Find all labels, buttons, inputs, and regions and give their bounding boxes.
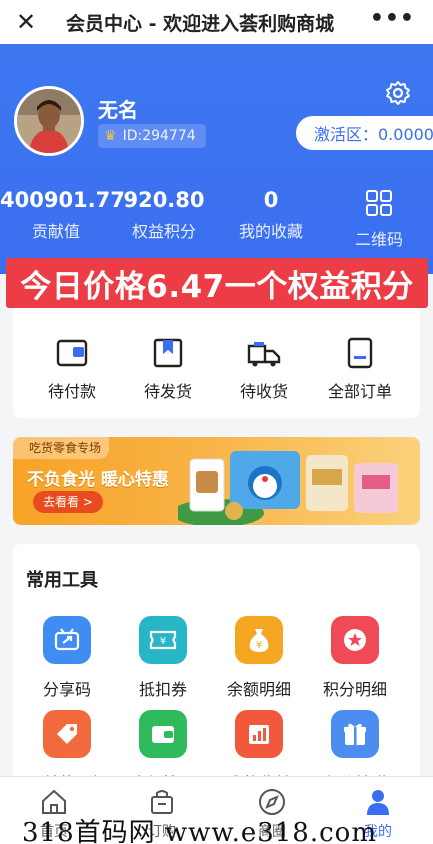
svg-text:¥: ¥ xyxy=(160,636,166,647)
page-title: 会员中心 - 欢迎进入荟利购商城 xyxy=(66,13,335,35)
promo-view-button[interactable]: 去看看 > xyxy=(33,491,103,513)
wallet-icon xyxy=(53,336,91,370)
snack-products-image xyxy=(178,451,398,525)
stat-value: 400901.77 xyxy=(0,188,125,212)
activate-area-label: 激活区：0.0000 xyxy=(314,125,433,144)
tool-label: 余额明细 xyxy=(226,680,291,699)
gear-icon[interactable] xyxy=(385,80,411,106)
tool-label: 抵扣券 xyxy=(138,680,187,699)
gift-icon xyxy=(331,710,379,758)
stat-label: 权益积分 xyxy=(131,222,196,241)
stat-label: 我的收藏 xyxy=(238,222,303,241)
money-bag-icon: ¥ xyxy=(235,616,283,664)
chart-icon xyxy=(235,710,283,758)
crown-icon: ♛ xyxy=(104,128,117,144)
order-pending-payment[interactable]: 待付款 xyxy=(27,336,117,402)
member-id: ID:294774 xyxy=(122,128,196,144)
promo-tag: 吃货零食专场 xyxy=(13,437,110,459)
order-label: 待发货 xyxy=(143,382,192,401)
member-id-badge: ♛ ID:294774 xyxy=(98,124,206,148)
stat-favorites[interactable]: 0 我的收藏 xyxy=(228,188,314,242)
stat-contribution[interactable]: 400901.77 贡献值 xyxy=(0,188,125,242)
order-label: 全部订单 xyxy=(327,382,392,401)
tool-label: 积分明细 xyxy=(322,680,387,699)
stat-points[interactable]: 920.80 权益积分 xyxy=(118,188,210,242)
svg-text:¥: ¥ xyxy=(256,640,262,651)
wallet-manage-icon xyxy=(139,710,187,758)
bookmark-box-icon xyxy=(149,336,187,370)
watermark-text: 318首码网 www.e318.com xyxy=(22,818,377,844)
qr-code-label: 二维码 xyxy=(354,230,403,249)
tool-share-code[interactable]: 分享码 xyxy=(19,616,115,700)
top-bar: ✕ 会员中心 - 欢迎进入荟利购商城 ••• xyxy=(0,0,433,44)
order-all[interactable]: 全部订单 xyxy=(315,336,405,402)
order-pending-shipment[interactable]: 待发货 xyxy=(123,336,213,402)
more-icon[interactable]: ••• xyxy=(370,6,415,31)
tool-coupon[interactable]: ¥ 抵扣券 xyxy=(115,616,211,700)
stat-value: 920.80 xyxy=(123,188,205,212)
tools-title: 常用工具 xyxy=(26,570,98,591)
document-icon xyxy=(341,336,379,370)
share-code-icon xyxy=(43,616,91,664)
snack-promo-banner[interactable]: 吃货零食专场 不负食光 暖心特惠 去看看 > xyxy=(13,437,420,525)
truck-icon xyxy=(245,336,283,370)
stat-value: 0 xyxy=(263,188,279,212)
close-icon[interactable]: ✕ xyxy=(12,8,40,36)
order-pending-receipt[interactable]: 待收货 xyxy=(219,336,309,402)
coupon-icon: ¥ xyxy=(139,616,187,664)
tag-icon xyxy=(43,710,91,758)
tool-points-detail[interactable]: 积分明细 xyxy=(307,616,403,700)
promo-headline: 不负食光 暖心特惠 xyxy=(27,470,169,490)
order-label: 待付款 xyxy=(47,382,96,401)
price-banner-text: 今日价格6.47一个权益积分 xyxy=(20,268,414,305)
avatar[interactable] xyxy=(14,86,84,156)
activate-area-button[interactable]: 激活区：0.0000 xyxy=(296,116,433,150)
common-tools-card: 常用工具 分享码 ¥ 抵扣券 ¥ 余额明细 积分明细 贡献值明细 余额管理 xyxy=(13,544,420,793)
tool-label: 分享码 xyxy=(42,680,91,699)
star-badge-icon xyxy=(331,616,379,664)
qr-code-icon xyxy=(366,190,392,216)
username: 无名 xyxy=(98,98,138,122)
stat-label: 贡献值 xyxy=(31,222,80,241)
price-banner: 今日价格6.47一个权益积分 xyxy=(6,258,428,308)
tool-balance-detail[interactable]: ¥ 余额明细 xyxy=(211,616,307,700)
order-label: 待收货 xyxy=(239,382,288,401)
orders-card: 待付款 待发货 待收货 全部订单 xyxy=(13,300,420,418)
qr-code-button[interactable]: 二维码 xyxy=(353,190,405,250)
